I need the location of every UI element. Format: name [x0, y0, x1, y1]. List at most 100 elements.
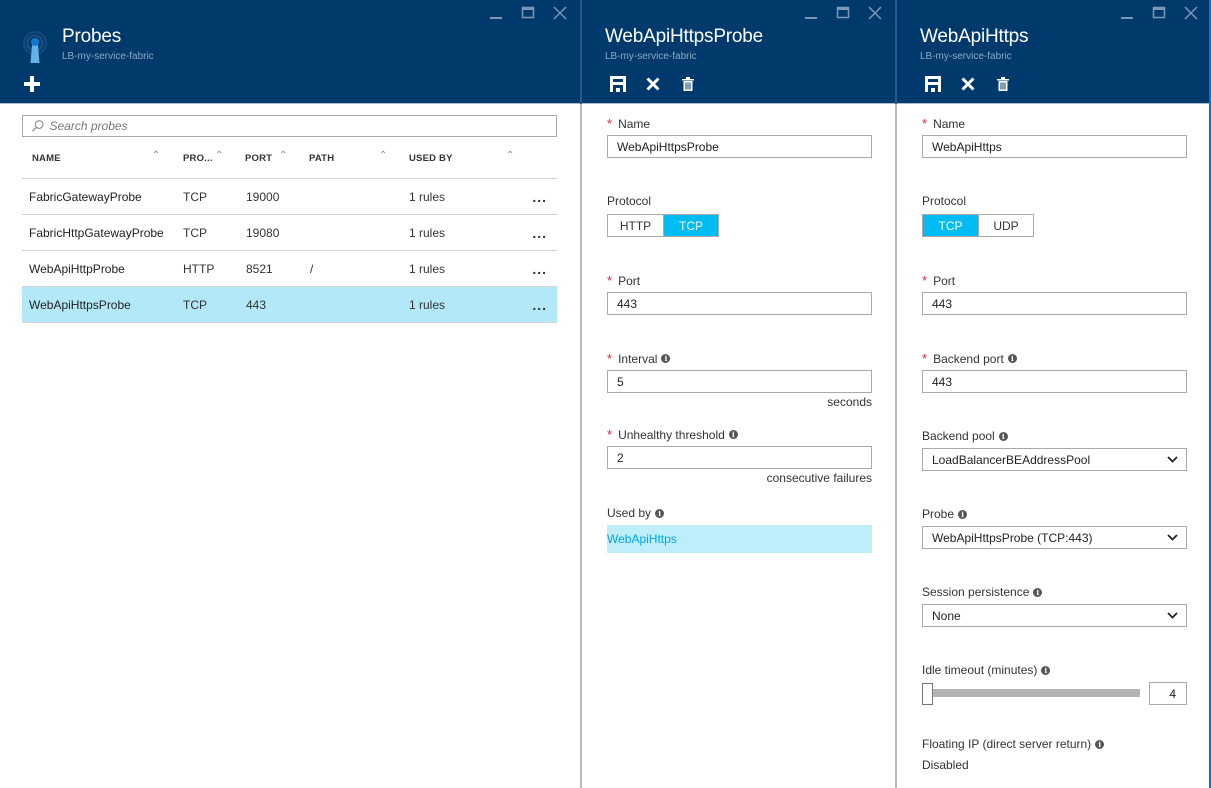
- more-options-icon[interactable]: ...: [532, 189, 547, 205]
- sort-icon[interactable]: ⌃: [215, 150, 223, 161]
- required-icon: *: [607, 116, 613, 131]
- close-icon[interactable]: [548, 4, 572, 22]
- rule-detail-header: WebApiHttps LB-my-service-fabric: [897, 0, 1209, 104]
- save-icon[interactable]: [609, 74, 627, 94]
- protocol-option-tcp[interactable]: TCP: [923, 215, 978, 236]
- interval-input[interactable]: [607, 370, 872, 393]
- close-icon[interactable]: [1179, 4, 1203, 22]
- info-icon[interactable]: i: [728, 430, 738, 439]
- column-header-used-by[interactable]: USED BY: [409, 153, 453, 164]
- required-icon: *: [607, 351, 613, 366]
- discard-icon[interactable]: [959, 74, 977, 94]
- window-controls: [799, 4, 887, 22]
- search-input[interactable]: [49, 119, 556, 133]
- chevron-down-icon: [1167, 612, 1178, 619]
- discard-icon[interactable]: [644, 74, 662, 94]
- search-box[interactable]: [22, 115, 557, 137]
- close-icon[interactable]: [863, 4, 887, 22]
- blade-subtitle: LB-my-service-fabric: [920, 51, 1012, 62]
- more-options-icon[interactable]: ...: [532, 261, 547, 277]
- probe-used-by-cell: 1 rules: [409, 226, 446, 240]
- idle-timeout-input[interactable]: [1149, 682, 1187, 705]
- info-icon[interactable]: i: [958, 509, 968, 519]
- sort-icon[interactable]: ⌃: [152, 150, 160, 161]
- probe-protocol-cell: HTTP: [183, 262, 215, 276]
- column-header-path[interactable]: PATH: [309, 153, 334, 164]
- backend-port-label: * Backend port i: [922, 351, 1017, 366]
- table-row[interactable]: FabricHttpGatewayProbe TCP 19080 1 rules...: [22, 215, 557, 251]
- name-input[interactable]: [607, 135, 872, 158]
- column-header-protocol[interactable]: PRO...: [183, 153, 213, 164]
- probe-protocol-cell: TCP: [183, 298, 207, 312]
- maximize-icon[interactable]: [516, 4, 540, 22]
- floating-ip-value: Disabled: [922, 758, 969, 772]
- maximize-icon[interactable]: [831, 4, 855, 22]
- delete-icon[interactable]: [679, 74, 697, 94]
- probe-used-by-cell: 1 rules: [409, 190, 446, 204]
- protocol-option-http[interactable]: HTTP: [608, 215, 663, 236]
- threshold-label: * Unhealthy threshold i: [607, 427, 738, 442]
- port-input[interactable]: [607, 292, 872, 315]
- interval-label: * Interval i: [607, 351, 671, 366]
- blade-title: WebApiHttps: [920, 26, 1029, 47]
- probe-used-by-cell: 1 rules: [409, 262, 446, 276]
- sort-icon[interactable]: ⌃: [279, 150, 287, 161]
- column-header-port[interactable]: PORT: [245, 153, 272, 164]
- info-icon[interactable]: i: [1041, 665, 1051, 675]
- probe-port-cell: 19000: [246, 190, 280, 204]
- minimize-icon[interactable]: [799, 4, 823, 22]
- probes-table: NAME ⌃ PRO... ⌃ PORT ⌃ PATH ⌃ USED BY ⌃ …: [22, 140, 557, 323]
- protocol-label: Protocol: [607, 194, 652, 208]
- info-icon[interactable]: i: [1033, 587, 1043, 597]
- required-icon: *: [607, 427, 613, 442]
- interval-unit: seconds: [827, 395, 872, 409]
- info-icon[interactable]: i: [1007, 354, 1017, 363]
- session-persistence-label: Session persistence i: [922, 585, 1043, 599]
- column-header-name[interactable]: NAME: [32, 153, 61, 164]
- idle-timeout-slider[interactable]: [922, 683, 1140, 705]
- sort-icon[interactable]: ⌃: [506, 150, 514, 161]
- slider-thumb[interactable]: [922, 683, 933, 705]
- backend-pool-select[interactable]: LoadBalancerBEAddressPool: [922, 448, 1187, 471]
- probe-select[interactable]: WebApiHttpsProbe (TCP:443): [922, 526, 1187, 549]
- session-persistence-select[interactable]: None: [922, 604, 1187, 627]
- rule-detail-blade: WebApiHttps LB-my-service-fabric *Name P…: [897, 0, 1211, 788]
- name-input[interactable]: [922, 135, 1187, 158]
- protocol-option-tcp[interactable]: TCP: [663, 215, 718, 236]
- threshold-input[interactable]: [607, 446, 872, 469]
- required-icon: *: [922, 351, 928, 366]
- port-input[interactable]: [922, 292, 1187, 315]
- delete-icon[interactable]: [994, 74, 1012, 94]
- probe-name-cell: WebApiHttpProbe: [29, 262, 125, 276]
- plus-icon[interactable]: [23, 74, 41, 94]
- minimize-icon[interactable]: [484, 4, 508, 22]
- info-icon[interactable]: i: [1095, 739, 1105, 749]
- used-by-link[interactable]: WebApiHttps: [607, 525, 872, 553]
- required-icon: *: [922, 116, 928, 131]
- window-controls: [484, 4, 572, 22]
- more-options-icon[interactable]: ...: [532, 297, 547, 313]
- minimize-icon[interactable]: [1115, 4, 1139, 22]
- save-icon[interactable]: [924, 74, 942, 94]
- backend-pool-label: Backend pool i: [922, 429, 1008, 443]
- probe-protocol-cell: TCP: [183, 190, 207, 204]
- info-icon[interactable]: i: [655, 508, 665, 518]
- info-icon[interactable]: i: [998, 431, 1008, 441]
- maximize-icon[interactable]: [1147, 4, 1171, 22]
- search-icon: [32, 120, 44, 132]
- table-row[interactable]: WebApiHttpProbe HTTP 8521 / 1 rules...: [22, 251, 557, 287]
- threshold-unit: consecutive failures: [766, 471, 872, 485]
- window-controls: [1115, 4, 1203, 22]
- more-options-icon[interactable]: ...: [532, 225, 547, 241]
- backend-port-input[interactable]: [922, 370, 1187, 393]
- table-row[interactable]: WebApiHttpsProbe TCP 443 1 rules...: [22, 287, 557, 323]
- protocol-label: Protocol: [922, 194, 967, 208]
- probe-icon: [20, 31, 50, 67]
- table-row[interactable]: FabricGatewayProbe TCP 19000 1 rules...: [22, 179, 557, 215]
- probe-path-cell: /: [310, 262, 314, 276]
- probe-port-cell: 443: [246, 298, 267, 312]
- probe-used-by-cell: 1 rules: [409, 298, 446, 312]
- info-icon[interactable]: i: [661, 354, 671, 363]
- protocol-option-udp[interactable]: UDP: [978, 215, 1033, 236]
- sort-icon[interactable]: ⌃: [379, 150, 387, 161]
